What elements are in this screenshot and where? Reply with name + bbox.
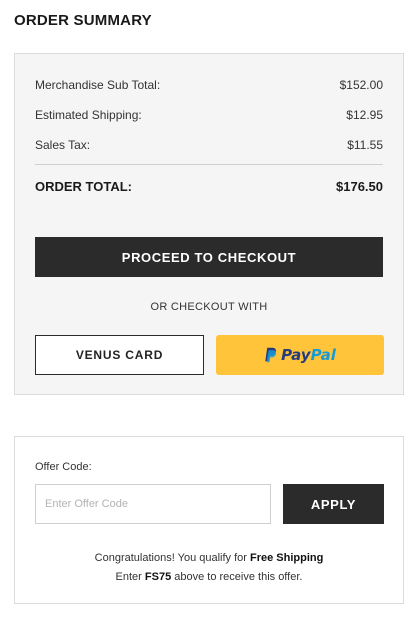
venus-card-button[interactable]: VENUS CARD: [35, 335, 204, 375]
order-total-label: ORDER TOTAL:: [35, 179, 133, 194]
sales-tax-label: Sales Tax:: [35, 138, 91, 152]
page-title: ORDER SUMMARY: [14, 12, 152, 29]
sales-tax-value: $11.55: [347, 138, 383, 152]
shipping-value: $12.95: [346, 108, 383, 122]
paypal-text-pal: Pal: [310, 346, 336, 364]
paypal-icon: [265, 347, 277, 363]
offer-code-panel: Offer Code: APPLY Congratulations! You q…: [14, 436, 404, 604]
paypal-text-pay: Pay: [281, 346, 311, 364]
sales-tax-row: Sales Tax: $11.55: [35, 138, 383, 152]
promo-line-2: Enter FS75 above to receive this offer.: [15, 568, 403, 587]
promo-code-text: FS75: [144, 571, 172, 583]
proceed-to-checkout-button[interactable]: PROCEED TO CHECKOUT: [35, 237, 383, 277]
order-total-value: $176.50: [336, 179, 383, 194]
promo-line-2-prefix: Enter: [115, 571, 145, 583]
subtotal-row: Merchandise Sub Total: $152.00: [35, 78, 383, 92]
promo-line-2-suffix: above to receive this offer.: [171, 571, 303, 583]
offer-code-label: Offer Code:: [35, 461, 92, 473]
free-shipping-text: Free Shipping: [249, 552, 324, 564]
shipping-row: Estimated Shipping: $12.95: [35, 108, 383, 122]
shipping-label: Estimated Shipping:: [35, 108, 142, 122]
promo-message: Congratulations! You qualify for Free Sh…: [15, 549, 403, 587]
apply-button[interactable]: APPLY: [283, 484, 384, 524]
or-checkout-with-text: OR CHECKOUT WITH: [150, 301, 268, 313]
paypal-button[interactable]: PayPal: [216, 335, 384, 375]
summary-divider: [35, 164, 383, 165]
promo-line-1-text: Congratulations! You qualify for: [94, 552, 250, 564]
promo-line-1: Congratulations! You qualify for Free Sh…: [15, 549, 403, 568]
paypal-logo: PayPal: [264, 346, 336, 364]
offer-code-input[interactable]: [35, 484, 271, 524]
subtotal-value: $152.00: [339, 78, 383, 92]
order-total-row: ORDER TOTAL: $176.50: [35, 179, 383, 194]
order-summary-panel: Merchandise Sub Total: $152.00 Estimated…: [14, 53, 404, 395]
subtotal-label: Merchandise Sub Total:: [35, 78, 161, 92]
